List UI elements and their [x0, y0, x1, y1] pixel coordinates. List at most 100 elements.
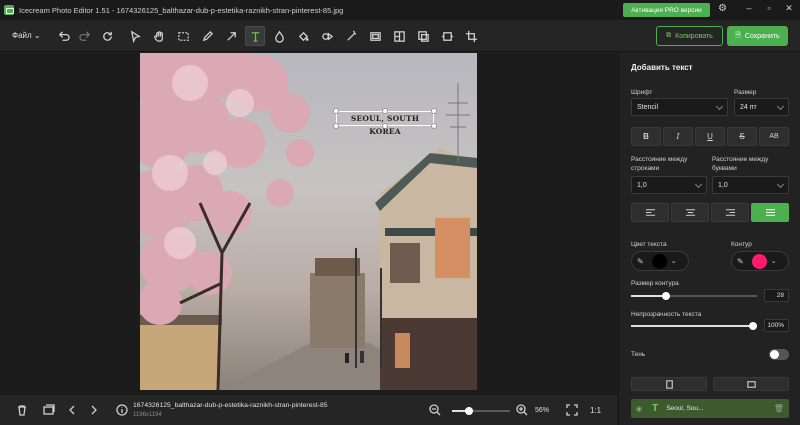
outline-color-picker[interactable]: ✎ ⌄ [731, 251, 789, 271]
resize-handle-top-left[interactable] [333, 108, 339, 114]
opacity-label: Непрозрачность текста [631, 311, 702, 318]
previous-image-icon[interactable] [65, 403, 79, 417]
resize-handle-bottom-right[interactable] [431, 123, 437, 129]
file-menu-label: Файл [12, 31, 32, 40]
gallery-icon[interactable] [42, 403, 56, 417]
zoom-slider-thumb[interactable] [465, 407, 473, 415]
opacity-value: 100% [767, 322, 784, 329]
line-spacing-label: Расстояние между строками [631, 156, 688, 172]
trash-icon[interactable] [15, 403, 29, 417]
uppercase-button[interactable]: AB [759, 127, 789, 146]
text-layer-item[interactable]: ◉ T Seoul, Sou... 🗑 [631, 399, 789, 418]
align-right-button[interactable] [711, 203, 749, 222]
hand-pan-icon[interactable] [149, 26, 169, 46]
eyedropper-icon[interactable]: ✎ [737, 257, 744, 266]
magic-wand-icon[interactable] [341, 26, 361, 46]
font-select[interactable]: Stencil [631, 98, 728, 116]
save-button-label: Сохранить [744, 32, 780, 40]
chevron-down-icon[interactable]: ⌄ [671, 257, 677, 265]
text-layer-icon: T [652, 403, 659, 414]
resize-handle-top-right[interactable] [431, 108, 437, 114]
text-tool-icon[interactable] [245, 26, 265, 46]
settings-gear-icon[interactable]: ⚙ [718, 3, 727, 14]
outline-color-swatch[interactable] [751, 253, 767, 269]
minimize-icon[interactable]: – [742, 3, 756, 13]
underline-button[interactable]: U [695, 127, 725, 146]
size-label: Размер [734, 89, 757, 96]
resize-handle-top[interactable] [382, 108, 388, 114]
layer-action-left-button[interactable] [631, 377, 707, 391]
resize-handle-bottom[interactable] [382, 123, 388, 129]
chevron-down-icon[interactable]: ⌄ [771, 257, 777, 265]
text-layer-label: Seoul, Sou... [666, 405, 704, 412]
text-color-picker[interactable]: ✎ ⌄ [631, 251, 689, 271]
pen-draw-icon[interactable] [197, 26, 217, 46]
resize-handle-bottom-left[interactable] [333, 123, 339, 129]
text-color-swatch[interactable] [651, 253, 667, 269]
bold-button[interactable]: B [631, 127, 661, 146]
line-spacing-select[interactable]: 1,0 [631, 176, 707, 194]
shadow-label: Тень [631, 351, 646, 358]
outline-size-slider[interactable] [631, 292, 757, 300]
sticker-icon[interactable] [413, 26, 433, 46]
align-justify-button[interactable] [751, 203, 789, 222]
chevron-down-icon: ⌄ [33, 31, 41, 40]
crop-select-rect-icon[interactable] [173, 26, 193, 46]
actual-size-button[interactable]: 1:1 [590, 406, 601, 415]
undo-icon[interactable] [53, 26, 73, 46]
maximize-icon[interactable]: ▫ [762, 3, 776, 13]
outline-size-input[interactable]: 28 [764, 289, 789, 302]
file-menu[interactable]: Файл ⌄ [12, 31, 41, 40]
align-center-button[interactable] [671, 203, 709, 222]
close-icon[interactable]: ✕ [782, 3, 796, 14]
chevron-down-icon [715, 102, 724, 111]
street-scene-photo [140, 53, 477, 390]
shadow-toggle[interactable] [769, 349, 789, 360]
info-icon[interactable] [115, 403, 129, 417]
visibility-eye-icon[interactable]: ◉ [636, 405, 642, 413]
canvas-area: SEOUL, SOUTH KOREA [0, 53, 617, 393]
eyedropper-icon[interactable]: ✎ [637, 257, 644, 266]
letter-spacing-select[interactable]: 1,0 [712, 176, 789, 194]
opacity-slider[interactable] [631, 322, 757, 330]
outline-size-label: Размер контура [631, 280, 679, 287]
photo-canvas[interactable]: SEOUL, SOUTH KOREA [140, 53, 477, 390]
chevron-down-icon [776, 180, 785, 189]
arrow-tool-icon[interactable] [221, 26, 241, 46]
crop-icon[interactable] [461, 26, 481, 46]
frame-icon[interactable] [365, 26, 385, 46]
fit-to-screen-icon[interactable] [565, 403, 579, 417]
next-image-icon[interactable] [87, 403, 101, 417]
zoom-slider[interactable] [452, 407, 510, 415]
text-color-label: Цвет текста [631, 241, 667, 248]
file-name: 1674326125_balthazar-dub-p-estetika-razn… [133, 402, 328, 409]
zoom-in-icon[interactable] [515, 403, 529, 417]
save-icon: 🗎 [735, 31, 741, 39]
size-select-value: 24 пт [740, 103, 757, 111]
italic-button[interactable]: I [663, 127, 693, 146]
letter-spacing-value: 1,0 [718, 181, 728, 189]
size-select[interactable]: 24 пт [734, 98, 789, 116]
reset-icon[interactable] [97, 26, 117, 46]
filters-icon[interactable] [317, 26, 337, 46]
blur-drop-icon[interactable] [269, 26, 289, 46]
redo-icon[interactable] [75, 26, 95, 46]
activate-pro-button[interactable]: Активация PRO версии [623, 3, 710, 17]
save-button[interactable]: 🗎 Сохранить [727, 26, 788, 46]
copy-button[interactable]: ⧉ Копировать [656, 26, 723, 46]
app-logo-icon [4, 5, 14, 15]
layer-action-right-button[interactable] [713, 377, 789, 391]
outline-size-value: 28 [776, 292, 784, 299]
resize-icon[interactable] [437, 26, 457, 46]
select-pointer-icon[interactable] [125, 26, 145, 46]
delete-layer-trash-icon[interactable]: 🗑 [774, 404, 784, 413]
fill-bucket-icon[interactable] [293, 26, 313, 46]
opacity-input[interactable]: 100% [764, 319, 789, 332]
strikethrough-button[interactable]: S [727, 127, 757, 146]
outline-size-thumb[interactable] [662, 292, 670, 300]
status-bar: 1674326125_balthazar-dub-p-estetika-razn… [0, 394, 617, 425]
align-left-button[interactable] [631, 203, 669, 222]
zoom-out-icon[interactable] [428, 403, 442, 417]
opacity-thumb[interactable] [749, 322, 757, 330]
collage-icon[interactable] [389, 26, 409, 46]
